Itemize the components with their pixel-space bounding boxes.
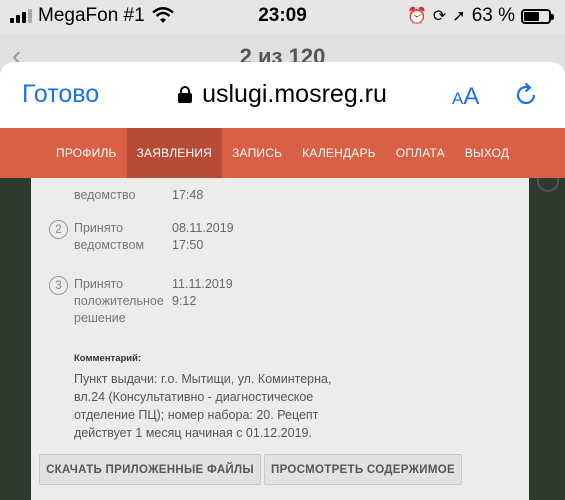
comment-line: Пункт выдачи: г.о. Мытищи, ул. Коминтерн… — [74, 372, 332, 386]
nav-item-logout[interactable]: ВЫХОД — [455, 128, 519, 178]
page-content: 1 ведомство 17:48 2 Принято ведомством 0 — [0, 178, 565, 500]
battery-percent: 63 % — [471, 5, 515, 26]
url-text: uslugi.mosreg.ru — [202, 80, 387, 108]
nav-item-payment[interactable]: ОПЛАТА — [386, 128, 455, 178]
step-label: Принято — [74, 277, 124, 291]
browser-toolbar: Готово uslugi.mosreg.ru AA — [0, 62, 565, 128]
address-bar[interactable]: uslugi.mosreg.ru — [0, 80, 565, 109]
view-contents-button[interactable]: ПРОСМОТРЕТЬ СОДЕРЖИМОЕ — [264, 454, 462, 485]
step-label: решение — [74, 311, 126, 325]
power-icon[interactable] — [537, 178, 559, 192]
right-gutter — [529, 178, 565, 500]
location-icon: ➚ — [452, 8, 466, 25]
step-date: 08.11.2019 — [172, 221, 234, 235]
comment-line: отделение ПЦ); номер набора: 20. Рецепт — [74, 408, 319, 422]
comment-heading: Комментарий: — [74, 353, 142, 364]
lock-icon — [178, 86, 193, 103]
step-time: 9:12 — [172, 294, 197, 308]
step-label: Принято — [74, 221, 124, 235]
browser-sheet: Готово uslugi.mosreg.ru AA ПРОФИЛЬ ЗАЯВЛ… — [0, 62, 565, 500]
status-bar: MegaFon #1 23:09 ⏰ ⟳ ➚ 63 % — [0, 0, 565, 34]
step-date: 11.11.2019 — [172, 277, 233, 291]
text-size-button[interactable]: AA — [452, 83, 479, 111]
status-step: 1 ведомство 17:48 — [49, 170, 203, 204]
step-label: ведомством — [74, 238, 145, 252]
rotation-lock-icon: ⟳ — [432, 8, 447, 25]
left-gutter — [0, 178, 31, 500]
comment-block: Комментарий: Пункт выдачи: г.о. Мытищи, … — [74, 350, 374, 442]
status-step: 3 Принято положительное решение 11.11.20… — [49, 276, 233, 327]
nav-item-appointment[interactable]: ЗАПИСЬ — [222, 128, 292, 178]
step-time: 17:48 — [172, 188, 204, 202]
step-number: 3 — [49, 276, 68, 295]
application-status-card: 1 ведомство 17:48 2 Принято ведомством 0 — [31, 178, 529, 500]
status-step: 2 Принято ведомством 08.11.2019 17:50 — [49, 220, 234, 254]
step-number: 2 — [49, 220, 68, 239]
step-label: положительное — [74, 294, 164, 308]
reload-icon[interactable] — [512, 81, 540, 109]
comment-line: вл.24 (Консультативно - диагностическое — [74, 390, 314, 404]
step-time: 17:50 — [172, 238, 204, 252]
download-files-button[interactable]: СКАЧАТЬ ПРИЛОЖЕННЫЕ ФАЙЛЫ — [39, 454, 261, 485]
comment-line: действует 1 месяц начиная с 01.12.2019. — [74, 426, 312, 440]
nav-item-calendar[interactable]: КАЛЕНДАРЬ — [292, 128, 386, 178]
alarm-icon: ⏰ — [406, 8, 427, 25]
battery-icon — [521, 8, 554, 24]
status-right: ⏰ ⟳ ➚ 63 % — [406, 5, 554, 27]
step-label: ведомство — [74, 188, 136, 202]
